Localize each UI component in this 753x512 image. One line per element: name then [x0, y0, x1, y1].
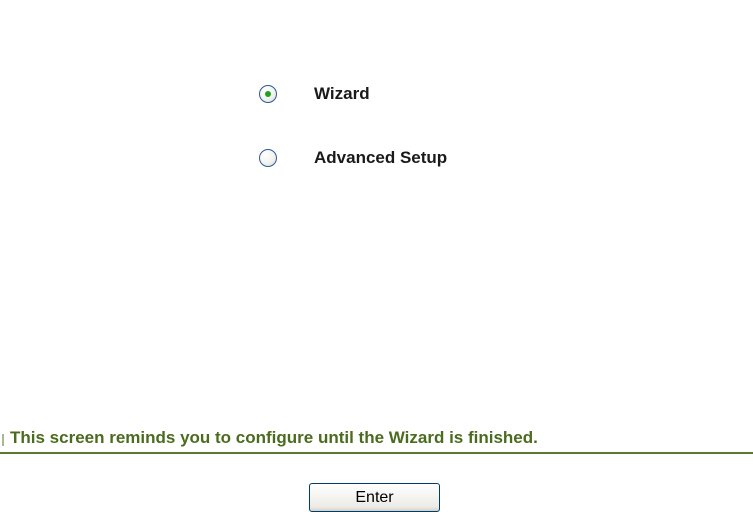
advanced-setup-label[interactable]: Advanced Setup — [314, 148, 447, 168]
reminder-section: This screen reminds you to configure unt… — [0, 428, 753, 454]
reminder-edge-mark — [2, 434, 4, 446]
wizard-option[interactable]: Wizard — [259, 80, 447, 108]
setup-mode-options: Wizard Advanced Setup — [259, 80, 447, 172]
wizard-radio[interactable] — [259, 85, 277, 103]
wizard-label[interactable]: Wizard — [314, 84, 370, 104]
reminder-text: This screen reminds you to configure unt… — [10, 428, 538, 447]
enter-button[interactable]: Enter — [309, 483, 440, 512]
advanced-setup-option[interactable]: Advanced Setup — [259, 144, 447, 172]
advanced-setup-radio[interactable] — [259, 149, 277, 167]
